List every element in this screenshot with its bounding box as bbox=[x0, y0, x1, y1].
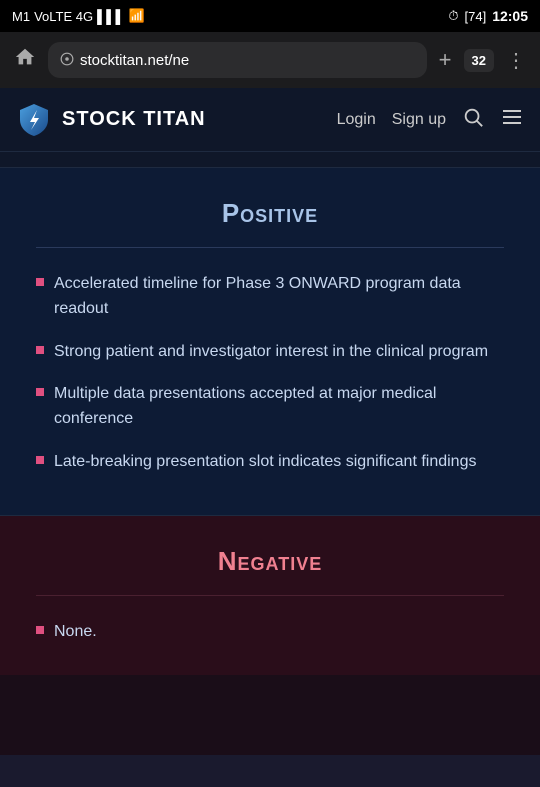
logo-icon bbox=[16, 102, 52, 138]
list-item-text: Accelerated timeline for Phase 3 ONWARD … bbox=[54, 272, 504, 322]
bullet-icon bbox=[36, 388, 44, 396]
list-item-text: None. bbox=[54, 620, 97, 645]
bullet-icon bbox=[36, 626, 44, 634]
site-logo: STOCK TITAN bbox=[16, 102, 337, 138]
browser-home-button[interactable] bbox=[10, 42, 40, 78]
bullet-icon bbox=[36, 346, 44, 354]
list-item-text: Strong patient and investigator interest… bbox=[54, 340, 488, 365]
positive-title: Positive bbox=[36, 198, 504, 229]
list-item: Accelerated timeline for Phase 3 ONWARD … bbox=[36, 272, 504, 322]
signup-link[interactable]: Sign up bbox=[392, 111, 446, 129]
list-item-text: Late-breaking presentation slot indicate… bbox=[54, 450, 476, 475]
list-item: Strong patient and investigator interest… bbox=[36, 340, 504, 365]
battery-label: [74] bbox=[464, 9, 486, 24]
list-item: Multiple data presentations accepted at … bbox=[36, 382, 504, 432]
browser-url-bar[interactable]: stocktitan.net/ne bbox=[48, 42, 427, 78]
browser-bar: stocktitan.net/ne + 32 ⋮ bbox=[0, 32, 540, 88]
logo-text: STOCK TITAN bbox=[62, 108, 206, 131]
negative-title: Negative bbox=[36, 546, 504, 577]
status-left: M1 VoLTE 4G ▌▌▌ 📶 bbox=[12, 8, 145, 24]
bullet-icon bbox=[36, 278, 44, 286]
wifi-icon: 📶 bbox=[129, 8, 145, 24]
list-item: None. bbox=[36, 620, 504, 645]
list-item: Late-breaking presentation slot indicate… bbox=[36, 450, 504, 475]
negative-divider bbox=[36, 595, 504, 596]
site-nav: Login Sign up bbox=[337, 105, 524, 135]
status-right: ⏱ [74] 12:05 bbox=[448, 8, 528, 24]
status-time: 12:05 bbox=[492, 8, 528, 24]
url-security-icon bbox=[60, 52, 74, 69]
status-bar: M1 VoLTE 4G ▌▌▌ 📶 ⏱ [74] 12:05 bbox=[0, 0, 540, 32]
negative-bullet-list: None. bbox=[36, 620, 504, 645]
search-icon[interactable] bbox=[462, 106, 484, 134]
url-text: stocktitan.net/ne bbox=[80, 52, 415, 69]
tabs-count-button[interactable]: 32 bbox=[464, 49, 494, 72]
site-header: STOCK TITAN Login Sign up bbox=[0, 88, 540, 152]
login-link[interactable]: Login bbox=[337, 111, 376, 129]
content-separator bbox=[0, 152, 540, 168]
positive-divider bbox=[36, 247, 504, 248]
positive-section: Positive Accelerated timeline for Phase … bbox=[0, 168, 540, 516]
hamburger-menu-icon[interactable] bbox=[500, 105, 524, 135]
network-label: VoLTE 4G bbox=[34, 9, 93, 24]
signal-icon: ▌▌▌ bbox=[97, 9, 125, 24]
page-filler bbox=[0, 675, 540, 755]
positive-bullet-list: Accelerated timeline for Phase 3 ONWARD … bbox=[36, 272, 504, 475]
browser-actions: + 32 ⋮ bbox=[435, 43, 530, 77]
alarm-icon: ⏱ bbox=[448, 8, 458, 24]
new-tab-button[interactable]: + bbox=[435, 43, 456, 77]
carrier-label: M1 bbox=[12, 9, 30, 24]
browser-menu-button[interactable]: ⋮ bbox=[502, 44, 530, 77]
list-item-text: Multiple data presentations accepted at … bbox=[54, 382, 504, 432]
bullet-icon bbox=[36, 456, 44, 464]
negative-section: Negative None. bbox=[0, 516, 540, 675]
